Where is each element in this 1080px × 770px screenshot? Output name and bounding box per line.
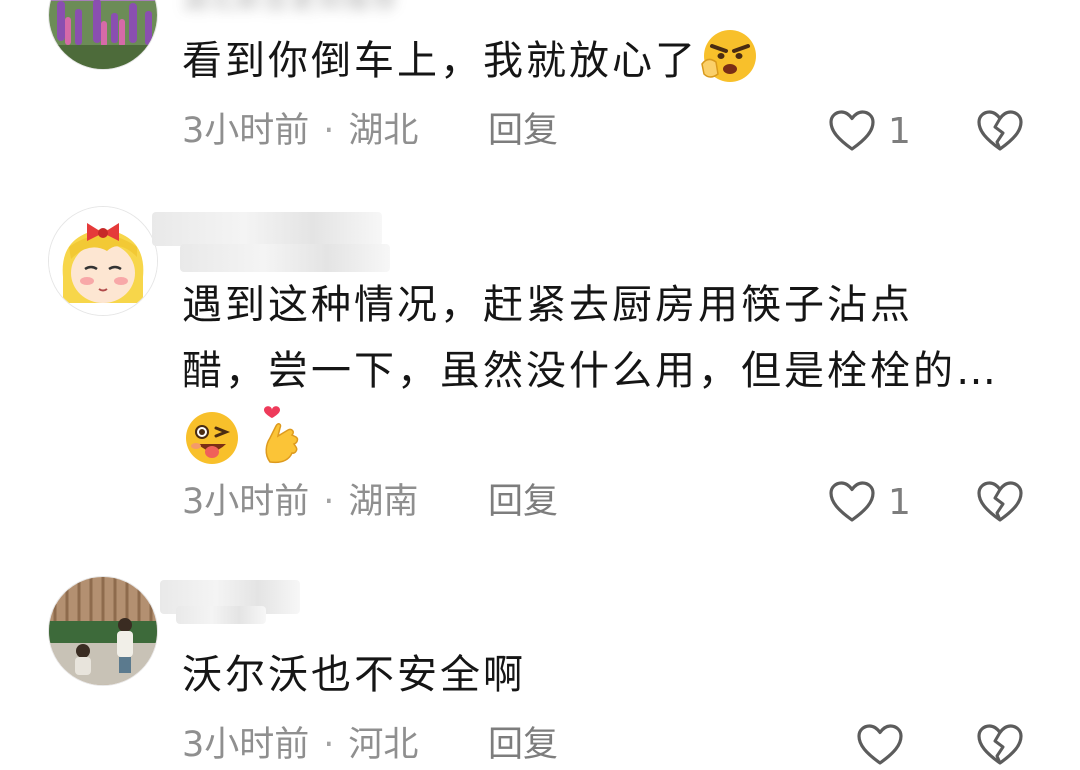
wink-tongue-emoji-icon [182, 408, 244, 486]
username-redaction [176, 606, 266, 624]
comment-text: 看到你倒车上，我就放心了 [182, 28, 1042, 104]
separator-dot: · [323, 482, 335, 522]
like-button[interactable]: 1 [828, 106, 911, 156]
like-button[interactable]: 1 [828, 477, 911, 527]
dislike-button[interactable] [976, 106, 1024, 156]
location: 河北 [348, 725, 419, 765]
dislike-button[interactable] [976, 720, 1024, 770]
username-redaction [180, 244, 390, 272]
heart-outline-icon [829, 481, 875, 522]
avatar-cartoon-girl-image [49, 207, 157, 315]
heart-outline-icon [829, 110, 875, 151]
timestamp: 3小时前 [182, 482, 310, 522]
reply-button[interactable]: 回复 [488, 720, 558, 770]
avatar[interactable] [48, 206, 158, 316]
comment-text: 沃尔沃也不安全啊 [182, 642, 1042, 708]
comment-text-content: 沃尔沃也不安全啊 [182, 652, 526, 698]
timestamp: 3小时前 [182, 111, 310, 151]
timestamp: 3小时前 [182, 725, 310, 765]
separator-dot: · [323, 725, 335, 765]
location: 湖南 [348, 482, 419, 522]
avatar[interactable] [48, 0, 158, 70]
like-count: 1 [888, 481, 911, 523]
location: 湖北 [348, 111, 419, 151]
comment-text-line: 遇到这种情况，赶紧去厨房用筷子沾点 [182, 282, 913, 328]
angry-finger-emoji-icon [700, 28, 760, 104]
separator-dot: · [323, 111, 335, 151]
broken-heart-icon [977, 110, 1023, 151]
broken-heart-icon [977, 481, 1023, 522]
dislike-button[interactable] [976, 477, 1024, 527]
comment-meta: 3小时前 · 湖南 回复 [182, 477, 558, 527]
avatar-children-photo-image [49, 577, 157, 685]
comment-text-line: 醋，尝一下，虽然没什么用，但是栓栓的… [182, 348, 999, 394]
comment-text-content: 看到你倒车上，我就放心了 [182, 38, 698, 84]
comment-meta: 3小时前 · 河北 回复 [182, 720, 558, 770]
avatar[interactable] [48, 576, 158, 686]
like-count: 1 [888, 110, 911, 152]
reply-button[interactable]: 回复 [488, 106, 558, 156]
like-button[interactable] [856, 720, 916, 770]
username-redaction [152, 212, 382, 246]
reply-button[interactable]: 回复 [488, 477, 558, 527]
heart-outline-icon [857, 724, 903, 765]
comment-meta: 3小时前 · 湖北 回复 [182, 106, 558, 156]
emoji-row [182, 404, 1042, 470]
broken-heart-icon [977, 724, 1023, 765]
avatar-flower-field-image [49, 0, 157, 69]
username[interactable]: 湖北新吾更郑推荐 [182, 0, 398, 17]
finger-heart-emoji-icon [260, 404, 302, 486]
comment-text: 遇到这种情况，赶紧去厨房用筷子沾点 醋，尝一下，虽然没什么用，但是栓栓的… [182, 272, 1042, 470]
